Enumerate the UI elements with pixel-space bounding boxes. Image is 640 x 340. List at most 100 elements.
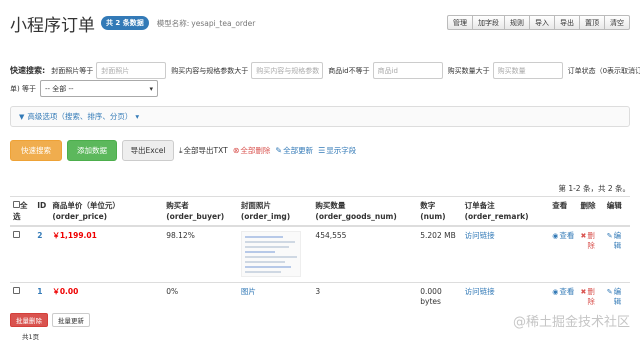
edit-icon: ✎ [275, 146, 283, 155]
delete-all-link[interactable]: ⊗ 全部删除 [233, 145, 271, 156]
view-button[interactable]: ◉ 查看 [552, 287, 574, 297]
col-buyer[interactable]: 购买者 (order_buyer) [163, 196, 238, 227]
status-filter-suffix: 单) 等于 [10, 84, 36, 93]
search-form-row2: 单) 等于 -- 全部 -- ▾ [10, 80, 158, 97]
pencil-icon: ✎ [606, 232, 613, 240]
times-icon: ✖ [580, 287, 587, 296]
view-button[interactable]: ◉ 查看 [552, 231, 574, 241]
col-img[interactable]: 封面照片 (order_img) [237, 196, 313, 227]
remark-link[interactable]: 访问链接 [465, 231, 495, 240]
top-toolbar: 管理 加字段 规则 导入 导出 置顶 清空 [447, 15, 630, 30]
edit-label: 编辑 [613, 286, 622, 306]
add-field-button[interactable]: 加字段 [472, 15, 505, 30]
show-fields-link[interactable]: ☰ 显示字段 [318, 145, 356, 156]
eye-icon: ◉ [552, 287, 559, 296]
status-select-value: -- 全部 -- [44, 84, 74, 93]
row-remark-cell: 访问链接 [461, 225, 550, 282]
row-img-cell [237, 225, 313, 282]
row-delete-cell: ✖ 删除 [577, 281, 604, 311]
total-count-badge: 共 2 条数据 [101, 16, 149, 30]
row-buyer-cell: 0% [163, 281, 238, 311]
show-fields-label: 显示字段 [326, 146, 357, 155]
row-remark-cell: 访问链接 [461, 281, 550, 311]
edit-button[interactable]: ✎ 编辑 [607, 231, 627, 251]
cover-image-thumbnail[interactable] [240, 231, 301, 277]
pencil-icon: ✎ [606, 287, 613, 296]
view-label: 查看 [559, 286, 575, 296]
row-price: ￥1,199.01 [52, 231, 97, 240]
row-id-link[interactable]: 1 [37, 287, 42, 296]
col-id[interactable]: ID [34, 196, 50, 227]
advanced-options-label: 高级选项（搜索、排序、分页） [27, 112, 133, 121]
row-id-link[interactable]: 2 [37, 231, 42, 240]
col-digit[interactable]: 数字(num) [417, 196, 462, 227]
export-txt-link[interactable]: ⤓ 全部导出TXT [179, 145, 228, 156]
col-view: 查看 [549, 196, 578, 227]
watermark: @稀土掘金技术社区 [512, 315, 630, 330]
row-checkbox[interactable] [13, 231, 20, 238]
col-goods-num[interactable]: 购买数量 (order_goods_num) [312, 196, 418, 227]
col-select-all[interactable]: 全选 [10, 196, 35, 227]
num-filter-label: 购买数量大于 [447, 66, 490, 75]
status-select[interactable]: -- 全部 -- ▾ [39, 80, 158, 97]
table-row: 2 ￥1,199.01 98.12% 454,555 5.202 MB 访问链接… [10, 225, 630, 282]
select-all-checkbox[interactable] [13, 201, 20, 208]
import-button[interactable]: 导入 [529, 15, 555, 30]
orders-table: 全选 ID 商品单价（单位元）(order_price) 购买者 (order_… [10, 196, 630, 311]
batch-delete-button[interactable]: 批量删除 [10, 313, 48, 327]
export-txt-label: 全部导出TXT [183, 146, 228, 155]
export-button[interactable]: 导出 [554, 15, 580, 30]
row-select-cell [10, 225, 35, 282]
row-select-cell [10, 281, 35, 311]
update-all-link[interactable]: ✎ 全部更新 [275, 145, 313, 156]
col-remark[interactable]: 订单备注 (order_remark) [461, 196, 550, 227]
img-filter-label: 封面照片等于 [51, 66, 94, 75]
row-digit-cell: 5.202 MB [417, 225, 462, 282]
batch-update-button[interactable]: 批量更新 [52, 313, 90, 327]
clear-button[interactable]: 清空 [604, 15, 630, 30]
row-id-cell: 2 [34, 225, 50, 282]
row-edit-cell: ✎ 编辑 [603, 225, 630, 282]
content-filter-label: 购买内容与规格参数大于 [171, 66, 249, 75]
col-delete: 删除 [577, 196, 604, 227]
edit-button[interactable]: ✎ 编辑 [607, 287, 627, 307]
remark-link[interactable]: 访问链接 [465, 287, 495, 296]
funnel-icon: ▼ [19, 112, 25, 121]
delete-button[interactable]: ✖ 删除 [581, 231, 601, 251]
times-icon: ✖ [580, 232, 587, 240]
manage-button[interactable]: 管理 [447, 15, 473, 30]
num-filter-input[interactable]: 购买数量 [492, 62, 563, 79]
advanced-options-toggle[interactable]: ▼ 高级选项（搜索、排序、分页） ▾ [10, 106, 630, 127]
goods-filter-label: 商品id不等于 [328, 66, 370, 75]
page-title: 小程序订单 [10, 15, 95, 36]
list-icon: ☰ [318, 146, 326, 155]
export-excel-button[interactable]: 导出Excel [122, 140, 174, 161]
add-data-button[interactable]: 添加数据 [67, 140, 117, 161]
row-img-cell: 图片 [237, 281, 313, 311]
delete-button[interactable]: ✖ 删除 [581, 287, 601, 307]
row-price-cell: ￥1,199.01 [49, 225, 164, 282]
update-all-label: 全部更新 [283, 146, 314, 155]
table-row: 1 ￥0.00 0% 图片 3 0.000 bytes 访问链接 ◉ 查看 ✖ 删除… [10, 281, 630, 311]
content-filter-input[interactable]: 购买内容与规格参数 [251, 62, 324, 79]
edit-label: 编辑 [613, 231, 622, 250]
col-price[interactable]: 商品单价（单位元）(order_price) [49, 196, 164, 227]
col-edit: 编辑 [603, 196, 630, 227]
model-name-value: yesapi_tea_order [191, 18, 256, 28]
row-edit-cell: ✎ 编辑 [603, 281, 630, 311]
delete-label: 删除 [587, 231, 595, 250]
page-header: 小程序订单 共 2 条数据 模型名称: yesapi_tea_order [10, 10, 255, 36]
table-header-row: 全选 ID 商品单价（单位元）(order_price) 购买者 (order_… [10, 196, 630, 227]
goods-filter-input[interactable]: 商品id [372, 62, 443, 79]
batch-actions: 批量删除 批量更新 [10, 313, 94, 327]
row-checkbox[interactable] [13, 286, 20, 294]
rules-button[interactable]: 规则 [504, 15, 530, 30]
chevron-down-icon: ▾ [149, 84, 153, 93]
quick-search-button[interactable]: 快速搜索 [10, 140, 62, 161]
image-link[interactable]: 图片 [241, 287, 256, 296]
quick-search-label: 快速搜索: [10, 66, 46, 75]
row-digit-cell: 0.000 bytes [417, 281, 462, 311]
caret-down-icon: ▾ [135, 112, 140, 121]
img-filter-input[interactable]: 封面照片 [96, 62, 167, 79]
pin-top-button[interactable]: 置顶 [579, 15, 605, 30]
